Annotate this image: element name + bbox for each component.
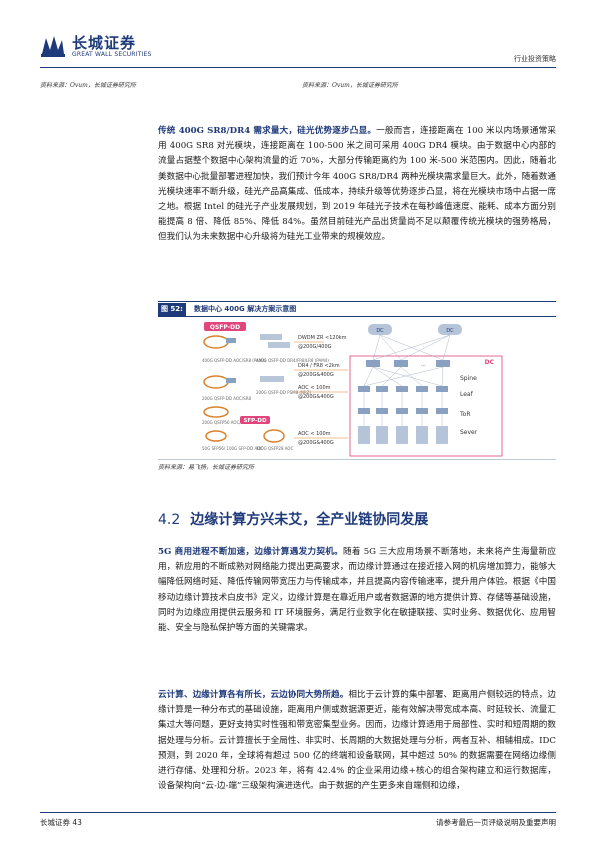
product-cable-7 [263,429,285,443]
paragraph-lead: 云计算、边缘计算各有所长，云边协同大势所趋。 [158,690,349,700]
paragraph-body: 随着 5G 三大应用场景不断落地，未来将产生海量新应用，新应用的不断成熟对网络能… [158,547,556,634]
paragraph-400g: 传统 400G SR8/DR4 需求量大，硅光优势逐步凸显。一般而言，连接距离在… [158,124,556,246]
paragraph-cloud-edge: 云计算、边缘计算各有所长，云边协同大势所趋。相比于云计算的集中部署、距离用户侧较… [158,688,556,794]
svg-text:@200G/400G: @200G/400G [298,344,332,350]
svg-text:DC: DC [446,328,454,334]
svg-text:@200G&400G: @200G&400G [298,440,334,446]
link-labels: DWDM ZR <120km @200G/400G DR4 / FR8 <2km… [294,335,348,446]
paragraph-lead: 5G 商用进程不断加速，边缘计算遇发力契机。 [158,547,343,557]
footer-disclaimer: 请参考最后一页评级说明及重要声明 [436,818,556,827]
report-type: 行业投资策略 [514,55,556,63]
figure-source: 资料来源：易飞扬，长城证券研究所 [158,464,255,471]
datacenter-400g-diagram: QSFP-DD 400G QSFP-DD AOC/SR8 (PAM4) 400G… [202,322,503,457]
product-label-7: 100G QSFP28 AOC [256,446,294,451]
svg-text:ToR: ToR [459,411,471,418]
source-right: 资料来源：Ovum，长城证券研究所 [302,82,398,89]
paragraph-lead: 传统 400G SR8/DR4 需求量大，硅光优势逐步凸显。 [158,126,377,136]
footer-page-number: 长城证券 43 [40,818,82,827]
sfp-dd-label: SFP-DD [243,418,267,424]
figure-caption: 图 52: 数据中心 400G 解决方案示意图 [158,301,556,317]
svg-text:Leaf: Leaf [460,391,474,398]
svg-text:@200G&400G: @200G&400G [298,394,334,400]
product-cable-4 [260,376,284,382]
figure-number: 图 52: [158,303,186,316]
product-label-6: 50G SFP56/ 100G SFP-DD AOC [202,446,263,451]
product-cable-3 [203,375,236,389]
product-cable-6 [205,430,227,442]
svg-text:DWDM ZR <120km: DWDM ZR <120km [298,335,347,341]
section-number: 4.2 [158,512,181,528]
header-divider [40,67,556,68]
svg-text:Sever: Sever [460,429,478,436]
figure-title: 数据中心 400G 解决方案示意图 [194,305,297,313]
svg-text:Spine: Spine [460,375,477,382]
qsfp-dd-label: QSFP-DD [210,324,240,331]
figure-bottom-rule [158,459,556,460]
network-topology: DC DC DC ... Spine Leaf ToR Sever [349,324,503,457]
section-heading: 4.2 边缘计算方兴未艾，全产业链协同发展 [158,509,428,529]
svg-text:DR4 / FR8 <2km: DR4 / FR8 <2km [298,363,340,369]
product-cable-1 [203,335,236,349]
svg-text:DC: DC [376,328,384,334]
page-header: 长城证券 GREAT WALL SECURITIES 行业投资策略 [40,32,556,66]
logo-text-en: GREAT WALL SECURITIES [72,51,152,58]
paragraph-body: 一般而言，连接距离在 100 米以内场景通常采用 400G SR8 对光模块，连… [158,126,557,243]
product-label-3: 200G QSFP-DD AOC/SR8 [202,396,251,401]
logo-icon [40,32,66,58]
source-left: 资料来源：Ovum，长城证券研究所 [40,82,136,89]
svg-text:AOC < 100m: AOC < 100m [298,385,331,391]
product-cable-5 [203,406,229,418]
product-cable-2 [260,334,290,348]
footer-divider [40,812,556,813]
paragraph-body: 相比于云计算的集中部署、距离用户侧较远的特点，边缘计算是一种分布式的基础设施，距… [158,690,556,792]
svg-text:@200G&400G: @200G&400G [298,372,334,378]
paragraph-5g-edge: 5G 商用进程不断加速，边缘计算遇发力契机。随着 5G 三大应用场景不断落地，未… [158,545,556,636]
svg-text:...: ... [421,362,426,368]
section-title: 边缘计算方兴未艾，全产业链协同发展 [190,512,429,528]
logo-text-cn: 长城证券 [72,34,137,52]
svg-text:AOC < 100m: AOC < 100m [298,431,331,437]
svg-text:DC: DC [485,359,495,366]
